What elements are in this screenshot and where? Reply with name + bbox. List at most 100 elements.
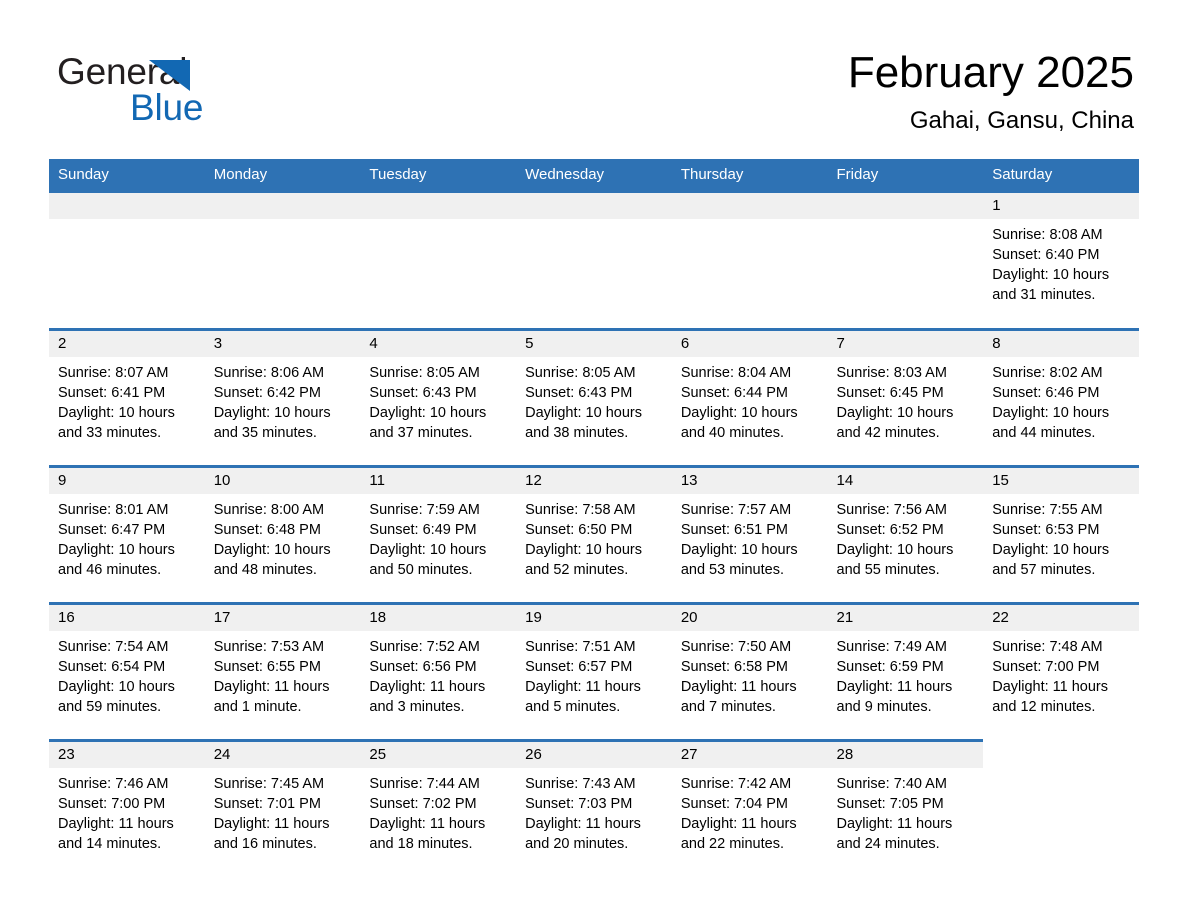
daylight-text-line2: and 48 minutes.	[213, 562, 317, 578]
daylight-text-line1: Daylight: 11 hours	[680, 679, 797, 695]
day-details: Sunrise: 7:54 AM Sunset: 6:54 PM Daylight:…	[49, 631, 205, 717]
day-number-band: 22	[983, 605, 1139, 631]
calendar-day-cell[interactable]: 14 Sunrise: 7:56 AM Sunset: 6:52 PM Dayligh…	[827, 465, 984, 604]
day-number-band: 18	[360, 605, 517, 631]
calendar-day-cell[interactable]: 3 Sunrise: 8:06 AM Sunset: 6:42 PM Daylight…	[204, 328, 361, 467]
sunrise-text: Sunrise: 8:05 AM	[525, 365, 636, 381]
day-number: 16	[58, 609, 75, 626]
day-details: Sunrise: 7:44 AM Sunset: 7:02 PM Daylight:…	[360, 768, 516, 854]
sunrise-text: Sunrise: 7:51 AM	[525, 639, 636, 655]
sunrise-text: Sunrise: 7:57 AM	[680, 502, 792, 518]
day-number-band: 13	[671, 468, 828, 494]
daylight-text-line2: and 5 minutes.	[525, 699, 621, 715]
daylight-text-line2: and 40 minutes.	[680, 425, 784, 441]
calendar-empty-cell	[516, 190, 672, 330]
sunrise-text: Sunrise: 7:46 AM	[58, 776, 169, 792]
calendar-empty-cell	[204, 190, 361, 330]
calendar-day-cell[interactable]: 9 Sunrise: 8:01 AM Sunset: 6:47 PM Daylight…	[49, 465, 205, 604]
day-details	[49, 219, 205, 225]
calendar-day-cell[interactable]: 27 Sunrise: 7:42 AM Sunset: 7:04 PM Dayligh…	[671, 739, 828, 876]
calendar-day-cell[interactable]: 1 Sunrise: 8:08 AM Sunset: 6:40 PM Daylight…	[983, 190, 1139, 330]
day-details: Sunrise: 8:01 AM Sunset: 6:47 PM Daylight:…	[49, 494, 205, 580]
calendar-day-cell[interactable]: 24 Sunrise: 7:45 AM Sunset: 7:01 PM Dayligh…	[204, 739, 361, 876]
day-number: 20	[680, 609, 698, 626]
calendar-day-cell[interactable]: 19 Sunrise: 7:51 AM Sunset: 6:57 PM Dayligh…	[516, 602, 672, 741]
daylight-text-line1: Daylight: 10 hours	[58, 679, 175, 695]
sunset-text: Sunset: 6:55 PM	[213, 659, 321, 675]
day-details	[828, 219, 984, 225]
day-details: Sunrise: 7:49 AM Sunset: 6:59 PM Daylight:…	[828, 631, 984, 717]
calendar-day-cell[interactable]: 13 Sunrise: 7:57 AM Sunset: 6:51 PM Dayligh…	[671, 465, 828, 604]
day-number-band: 10	[204, 468, 361, 494]
day-number-band	[360, 193, 517, 219]
calendar-week-row: 2 Sunrise: 8:07 AM Sunset: 6:41 PM Daylight…	[49, 328, 1139, 467]
calendar-week-row: 23 Sunrise: 7:46 AM Sunset: 7:00 PM Dayligh…	[49, 739, 1139, 876]
daylight-text-line1: Daylight: 10 hours	[992, 542, 1110, 558]
calendar-day-cell[interactable]: 26 Sunrise: 7:43 AM Sunset: 7:03 PM Dayligh…	[516, 739, 672, 876]
calendar-day-cell[interactable]: 2 Sunrise: 8:07 AM Sunset: 6:41 PM Daylight…	[49, 328, 205, 467]
calendar-day-cell[interactable]: 6 Sunrise: 8:04 AM Sunset: 6:44 PM Daylight…	[671, 328, 828, 467]
calendar-day-cell[interactable]: 12 Sunrise: 7:58 AM Sunset: 6:50 PM Dayligh…	[516, 465, 672, 604]
sunrise-text: Sunrise: 8:01 AM	[58, 502, 169, 518]
day-number-band: 6	[671, 331, 828, 357]
calendar-day-cell[interactable]: 18 Sunrise: 7:52 AM Sunset: 6:56 PM Dayligh…	[360, 602, 517, 741]
calendar-day-cell[interactable]: 25 Sunrise: 7:44 AM Sunset: 7:02 PM Dayligh…	[360, 739, 517, 876]
day-number: 25	[369, 746, 387, 763]
calendar-day-cell[interactable]: 4 Sunrise: 8:05 AM Sunset: 6:43 PM Daylight…	[360, 328, 517, 467]
daylight-text-line1: Daylight: 10 hours	[58, 405, 175, 421]
sunset-text: Sunset: 6:45 PM	[836, 385, 944, 401]
day-number-band: 7	[827, 331, 984, 357]
daylight-text-line1: Daylight: 10 hours	[992, 267, 1110, 283]
day-number: 19	[525, 609, 542, 626]
day-number-band: 19	[516, 605, 672, 631]
day-details: Sunrise: 7:53 AM Sunset: 6:55 PM Daylight:…	[205, 631, 361, 717]
calendar-day-cell[interactable]: 7 Sunrise: 8:03 AM Sunset: 6:45 PM Daylight…	[827, 328, 984, 467]
day-details: Sunrise: 7:48 AM Sunset: 7:00 PM Daylight:…	[983, 631, 1139, 717]
day-number-band: 21	[827, 605, 984, 631]
sunset-text: Sunset: 6:43 PM	[525, 385, 633, 401]
daylight-text-line1: Daylight: 11 hours	[680, 816, 797, 832]
daylight-text-line1: Daylight: 10 hours	[525, 405, 642, 421]
calendar-day-cell[interactable]: 5 Sunrise: 8:05 AM Sunset: 6:43 PM Daylight…	[516, 328, 672, 467]
calendar-day-cell[interactable]: 20 Sunrise: 7:50 AM Sunset: 6:58 PM Dayligh…	[671, 602, 828, 741]
weekday-header-friday: Friday	[827, 159, 984, 192]
day-number-band: 25	[360, 742, 517, 768]
calendar-day-cell[interactable]: 22 Sunrise: 7:48 AM Sunset: 7:00 PM Dayligh…	[983, 602, 1139, 741]
calendar-day-cell[interactable]: 21 Sunrise: 7:49 AM Sunset: 6:59 PM Dayligh…	[827, 602, 984, 741]
day-details	[516, 219, 672, 225]
calendar-empty-cell	[983, 740, 1139, 876]
day-number: 8	[992, 335, 1001, 352]
sunset-text: Sunset: 6:42 PM	[213, 385, 321, 401]
calendar-table: Sunday Monday Tuesday Wednesday Thursday…	[49, 159, 1139, 876]
daylight-text-line2: and 9 minutes.	[836, 699, 932, 715]
daylight-text-line2: and 22 minutes.	[680, 836, 784, 852]
day-number: 14	[836, 472, 854, 489]
daylight-text-line2: and 57 minutes.	[992, 562, 1096, 578]
calendar-day-cell[interactable]: 15 Sunrise: 7:55 AM Sunset: 6:53 PM Dayligh…	[983, 465, 1139, 604]
day-number: 27	[680, 746, 698, 763]
sunset-text: Sunset: 7:04 PM	[680, 796, 789, 812]
day-number: 9	[58, 472, 67, 489]
calendar-week-row: 9 Sunrise: 8:01 AM Sunset: 6:47 PM Daylight…	[49, 465, 1139, 604]
general-blue-logo[interactable]: General Blue	[57, 52, 357, 132]
calendar-day-cell[interactable]: 23 Sunrise: 7:46 AM Sunset: 7:00 PM Dayligh…	[49, 739, 205, 876]
daylight-text-line1: Daylight: 10 hours	[525, 542, 642, 558]
day-details	[672, 219, 828, 225]
calendar-day-cell[interactable]: 16 Sunrise: 7:54 AM Sunset: 6:54 PM Dayligh…	[49, 602, 205, 741]
daylight-text-line2: and 53 minutes.	[680, 562, 784, 578]
calendar-empty-cell	[360, 190, 517, 330]
calendar-day-cell[interactable]: 10 Sunrise: 8:00 AM Sunset: 6:48 PM Dayligh…	[204, 465, 361, 604]
calendar-day-cell[interactable]: 28 Sunrise: 7:40 AM Sunset: 7:05 PM Dayligh…	[827, 739, 984, 876]
daylight-text-line1: Daylight: 11 hours	[525, 816, 641, 832]
day-number: 21	[836, 609, 854, 626]
sunset-text: Sunset: 6:40 PM	[992, 247, 1100, 263]
daylight-text-line1: Daylight: 11 hours	[58, 816, 174, 832]
calendar-day-cell[interactable]: 11 Sunrise: 7:59 AM Sunset: 6:49 PM Dayligh…	[360, 465, 517, 604]
daylight-text-line2: and 37 minutes.	[369, 425, 473, 441]
day-details: Sunrise: 8:07 AM Sunset: 6:41 PM Daylight:…	[49, 357, 205, 443]
calendar-day-cell[interactable]: 8 Sunrise: 8:02 AM Sunset: 6:46 PM Daylight…	[983, 328, 1139, 467]
day-number-band	[671, 193, 828, 219]
daylight-text-line1: Daylight: 10 hours	[836, 405, 954, 421]
sunset-text: Sunset: 6:44 PM	[680, 385, 789, 401]
calendar-day-cell[interactable]: 17 Sunrise: 7:53 AM Sunset: 6:55 PM Dayligh…	[204, 602, 361, 741]
